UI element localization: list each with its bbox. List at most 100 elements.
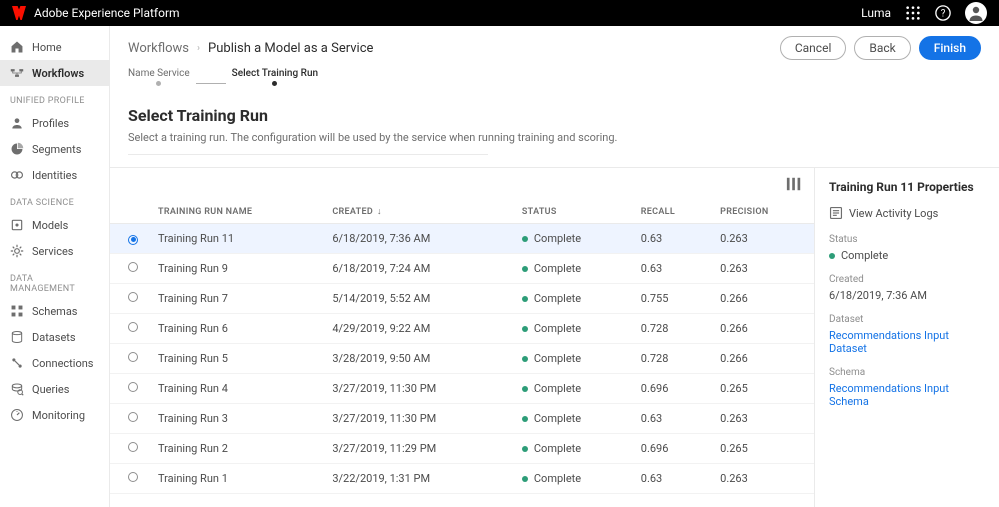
cell-status: Complete <box>514 464 633 494</box>
radio-select[interactable] <box>128 472 138 482</box>
radio-select[interactable] <box>128 292 138 302</box>
sidebar-item-models[interactable]: Models <box>0 212 109 238</box>
table-row[interactable]: Training Run 7 5/14/2019, 5:52 AM Comple… <box>110 284 814 314</box>
cell-created: 3/27/2019, 11:29 PM <box>324 434 514 464</box>
sidebar-item-profiles[interactable]: Profiles <box>0 110 109 136</box>
adobe-logo-icon <box>12 6 26 20</box>
training-runs-table: TRAINING RUN NAME CREATED↓ STATUS RECALL… <box>110 200 814 494</box>
cell-name: Training Run 4 <box>150 374 324 404</box>
view-activity-logs-link[interactable]: View Activity Logs <box>829 206 985 220</box>
table-row[interactable]: Training Run 1 3/22/2019, 1:31 PM Comple… <box>110 464 814 494</box>
cell-status: Complete <box>514 404 633 434</box>
table-row[interactable]: Training Run 6 4/29/2019, 9:22 AM Comple… <box>110 314 814 344</box>
schemas-icon <box>10 304 24 318</box>
sidebar-group-header: DATA SCIENCE <box>0 188 109 212</box>
cell-precision: 0.263 <box>712 404 814 434</box>
column-settings-icon[interactable] <box>786 176 802 192</box>
cancel-button[interactable]: Cancel <box>780 36 847 60</box>
finish-button[interactable]: Finish <box>919 36 981 60</box>
help-icon[interactable]: ? <box>935 5 951 21</box>
apps-icon[interactable] <box>905 5 921 21</box>
created-label: Created <box>829 274 985 285</box>
sidebar-item-workflows[interactable]: Workflows <box>0 60 109 86</box>
cell-recall: 0.63 <box>633 224 712 254</box>
sidebar-item-identities[interactable]: Identities <box>0 162 109 188</box>
product-title: Adobe Experience Platform <box>34 6 180 20</box>
cell-precision: 0.266 <box>712 284 814 314</box>
status-dot-icon <box>522 446 528 452</box>
org-name[interactable]: Luma <box>861 6 891 20</box>
monitoring-icon <box>10 408 24 422</box>
section-title: Select Training Run <box>128 106 981 125</box>
breadcrumb-leaf: Publish a Model as a Service <box>208 41 373 56</box>
cell-name: Training Run 9 <box>150 254 324 284</box>
cell-recall: 0.696 <box>633 434 712 464</box>
schema-label: Schema <box>829 367 985 378</box>
dataset-link[interactable]: Recommendations Input Dataset <box>829 329 985 355</box>
avatar[interactable] <box>965 2 987 24</box>
queries-icon <box>10 382 24 396</box>
cell-precision: 0.263 <box>712 224 814 254</box>
step-1-dot <box>156 81 161 86</box>
models-icon <box>10 218 24 232</box>
topbar: Adobe Experience Platform Luma ? <box>0 0 999 26</box>
sidebar-item-segments[interactable]: Segments <box>0 136 109 162</box>
col-status[interactable]: STATUS <box>514 200 633 224</box>
sidebar-item-label: Identities <box>32 169 77 182</box>
divider <box>128 154 488 155</box>
col-created[interactable]: CREATED↓ <box>324 200 514 224</box>
radio-select[interactable] <box>128 322 138 332</box>
sort-desc-icon: ↓ <box>377 207 382 217</box>
radio-select[interactable] <box>128 382 138 392</box>
table-row[interactable]: Training Run 5 3/28/2019, 9:50 AM Comple… <box>110 344 814 374</box>
cell-status: Complete <box>514 254 633 284</box>
sidebar-item-schemas[interactable]: Schemas <box>0 298 109 324</box>
sidebar-item-connections[interactable]: Connections <box>0 350 109 376</box>
sidebar-item-datasets[interactable]: Datasets <box>0 324 109 350</box>
status-dot-icon <box>522 356 528 362</box>
cell-name: Training Run 3 <box>150 404 324 434</box>
radio-select[interactable] <box>128 442 138 452</box>
table-row[interactable]: Training Run 9 6/18/2019, 7:24 AM Comple… <box>110 254 814 284</box>
table-row[interactable]: Training Run 3 3/27/2019, 11:30 PM Compl… <box>110 404 814 434</box>
sidebar-item-home[interactable]: Home <box>0 34 109 60</box>
activity-log-icon <box>829 206 843 220</box>
cell-recall: 0.755 <box>633 284 712 314</box>
radio-select[interactable] <box>128 235 138 245</box>
radio-select[interactable] <box>128 262 138 272</box>
cell-recall: 0.63 <box>633 404 712 434</box>
sidebar-item-label: Services <box>32 245 73 258</box>
sidebar-item-label: Profiles <box>32 117 69 130</box>
sidebar-item-queries[interactable]: Queries <box>0 376 109 402</box>
cell-status: Complete <box>514 314 633 344</box>
col-precision[interactable]: PRECISION <box>712 200 814 224</box>
col-recall[interactable]: RECALL <box>633 200 712 224</box>
svg-text:?: ? <box>941 9 946 20</box>
datasets-icon <box>10 330 24 344</box>
cell-name: Training Run 5 <box>150 344 324 374</box>
cell-precision: 0.265 <box>712 434 814 464</box>
col-name[interactable]: TRAINING RUN NAME <box>150 200 324 224</box>
sidebar-item-services[interactable]: Services <box>0 238 109 264</box>
cell-status: Complete <box>514 434 633 464</box>
cell-created: 3/28/2019, 9:50 AM <box>324 344 514 374</box>
cell-created: 3/27/2019, 11:30 PM <box>324 404 514 434</box>
sidebar-item-monitoring[interactable]: Monitoring <box>0 402 109 428</box>
radio-select[interactable] <box>128 412 138 422</box>
table-row[interactable]: Training Run 11 6/18/2019, 7:36 AM Compl… <box>110 224 814 254</box>
cell-created: 5/14/2019, 5:52 AM <box>324 284 514 314</box>
table-row[interactable]: Training Run 4 3/27/2019, 11:30 PM Compl… <box>110 374 814 404</box>
radio-select[interactable] <box>128 352 138 362</box>
identities-icon <box>10 168 24 182</box>
breadcrumb-root[interactable]: Workflows <box>128 41 189 56</box>
schema-link[interactable]: Recommendations Input Schema <box>829 382 985 408</box>
table-row[interactable]: Training Run 2 3/27/2019, 11:29 PM Compl… <box>110 434 814 464</box>
cell-name: Training Run 7 <box>150 284 324 314</box>
status-dot-icon <box>522 476 528 482</box>
sidebar-item-label: Datasets <box>32 331 76 344</box>
details-panel: Training Run 11 Properties View Activity… <box>814 168 999 507</box>
sidebar-item-label: Queries <box>32 383 69 396</box>
status-label: Status <box>829 234 985 245</box>
back-button[interactable]: Back <box>854 36 910 60</box>
cell-created: 3/27/2019, 11:30 PM <box>324 374 514 404</box>
